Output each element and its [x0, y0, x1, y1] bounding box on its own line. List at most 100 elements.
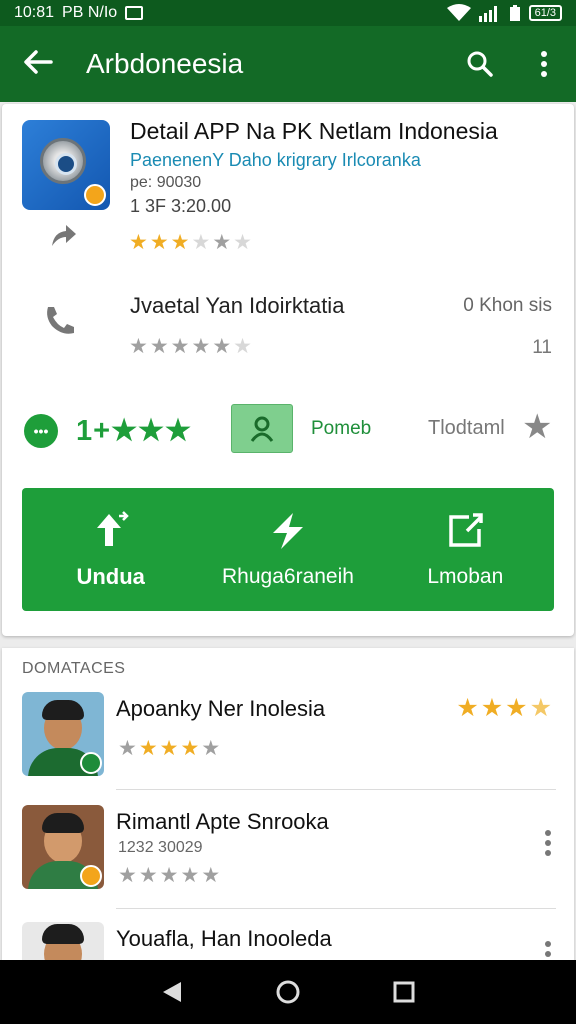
open-action-button[interactable]: Lmoban: [377, 488, 554, 611]
boost-action-button[interactable]: Rhuga6raneih: [199, 488, 376, 611]
related-section-card: DOMATACES Apoanky Ner Inolesia ★ ★ ★ ★ ★…: [2, 648, 574, 968]
nav-home-button[interactable]: [230, 979, 346, 1005]
avatar: [22, 805, 104, 889]
avatar: [22, 692, 104, 776]
app-bar: Arbdoneesia: [0, 26, 576, 102]
more-vert-icon: [545, 830, 551, 856]
star-icon: ★: [191, 231, 211, 254]
list-item-stars: ★ ★ ★ ★ ★: [118, 865, 220, 886]
battery-small-icon: [509, 5, 520, 21]
open-external-icon: [449, 512, 484, 547]
star-icon: ★: [233, 231, 252, 254]
row3-rating-text: 1+★★★: [76, 415, 193, 447]
app-logo[interactable]: [22, 120, 110, 210]
divider: [116, 908, 556, 909]
status-bar: 10:81 PB N/Io 61/3: [0, 0, 576, 26]
install-action-label: Undua: [76, 563, 145, 589]
star-icon: ★: [149, 231, 169, 254]
star-icon: ★: [138, 737, 158, 760]
share-button[interactable]: [50, 222, 78, 253]
person-icon: [250, 416, 274, 442]
star-icon: ★: [480, 694, 504, 722]
star-icon: ★: [118, 737, 137, 760]
back-button[interactable]: [0, 46, 76, 83]
list-item-subtitle: 1232 30029: [118, 839, 203, 856]
list-item[interactable]: Apoanky Ner Inolesia ★ ★ ★ ★ ★ ★ ★ ★ ★: [2, 692, 574, 808]
install-action-button[interactable]: Undua: [22, 488, 199, 611]
logo-badge-icon: [84, 184, 106, 206]
avatar-badge-icon: [80, 752, 102, 774]
row2-right-label: 0 Khon sis: [463, 295, 552, 316]
star-icon: ★: [505, 694, 528, 722]
app-rating-stars: ★ ★ ★ ★ ★ ★: [129, 232, 252, 253]
more-vert-icon: [541, 51, 547, 77]
camera-lens-icon: [40, 138, 86, 184]
star-icon: ★: [170, 231, 190, 254]
star-icon: ★: [149, 335, 169, 358]
page-title: Arbdoneesia: [86, 48, 244, 79]
status-left-text: PB N/Io: [62, 4, 118, 21]
system-nav-bar: [0, 960, 576, 1024]
favorite-star-icon[interactable]: ★: [522, 410, 552, 444]
search-button[interactable]: [448, 50, 512, 78]
triangle-back-icon: [163, 982, 181, 1002]
star-icon: ★: [529, 694, 552, 722]
star-icon: ★: [191, 335, 211, 358]
boost-action-label: Rhuga6raneih: [222, 564, 354, 588]
app-meta-id: pe: 90030: [130, 174, 202, 191]
row3-right-label: Tlodtaml: [428, 417, 505, 439]
row2-count: 11: [532, 337, 552, 358]
star-icon: ★: [180, 737, 200, 760]
upload-arrow-icon: [96, 510, 129, 546]
item-more-button[interactable]: [544, 829, 552, 862]
circle-home-icon: [276, 980, 300, 1004]
star-icon: ★: [201, 864, 221, 887]
list-item-stars: ★ ★ ★ ★ ★: [118, 738, 220, 759]
chat-bubble-icon[interactable]: •••: [24, 414, 58, 448]
square-recents-icon: [393, 981, 415, 1003]
app-developer-link[interactable]: PaenenenY Daho krigrary Irlcoranka: [130, 150, 421, 171]
star-icon: ★: [159, 864, 179, 887]
app-detail-card: Detail APP Na PK Netlam Indonesia Paenen…: [2, 104, 574, 636]
star-icon: ★: [129, 231, 148, 254]
section-header: DOMATACES: [22, 660, 126, 677]
star-icon: ★: [180, 864, 200, 887]
star-icon: ★: [170, 335, 190, 358]
open-action-label: Lmoban: [427, 564, 504, 588]
star-icon: ★: [138, 864, 158, 887]
row3-label[interactable]: Pomeb: [311, 418, 371, 440]
status-time: 10:81: [14, 4, 55, 21]
battery-indicator: 61/3: [528, 5, 562, 21]
app-meta-size: 1 3F 3:20.00: [130, 196, 232, 216]
list-item-title: Rimantl Apte Snrooka: [116, 809, 329, 834]
wifi-icon: [446, 4, 471, 21]
list-item-rating-right: ★ ★ ★ ★: [456, 696, 552, 721]
share-arrow-icon: [52, 225, 76, 246]
person-add-button[interactable]: [231, 404, 293, 453]
arrow-left-icon: [24, 49, 53, 74]
list-item-title: Youafla, Han Inooleda: [116, 926, 332, 951]
star-icon: ★: [212, 231, 232, 254]
action-bar: Undua Rhuga6raneih Lmoban: [22, 488, 554, 611]
row2-title: Jvaetal Yan Idoirktatia: [130, 293, 345, 318]
app-title: Detail APP Na PK Netlam Indonesia: [130, 118, 498, 144]
star-icon: ★: [118, 864, 137, 887]
list-item[interactable]: Rimantl Apte Snrooka 1232 30029 ★ ★ ★ ★ …: [2, 805, 574, 921]
star-icon: ★: [233, 335, 252, 358]
phone-icon: [47, 307, 74, 334]
search-icon: [467, 51, 493, 77]
avatar-badge-icon: [80, 865, 102, 887]
row2-rating-stars: ★ ★ ★ ★ ★ ★: [129, 336, 252, 357]
star-icon: ★: [129, 335, 148, 358]
star-icon: ★: [212, 335, 232, 358]
nav-recents-button[interactable]: [346, 980, 462, 1004]
call-button[interactable]: [42, 304, 78, 343]
signal-icon: [478, 6, 497, 22]
star-icon: ★: [159, 737, 179, 760]
star-icon: ★: [201, 737, 221, 760]
more-options-button[interactable]: [512, 50, 576, 78]
lightning-icon: [272, 512, 303, 549]
notification-icon: [125, 6, 144, 20]
list-item-title: Apoanky Ner Inolesia: [116, 696, 326, 721]
nav-back-button[interactable]: [114, 980, 230, 1004]
